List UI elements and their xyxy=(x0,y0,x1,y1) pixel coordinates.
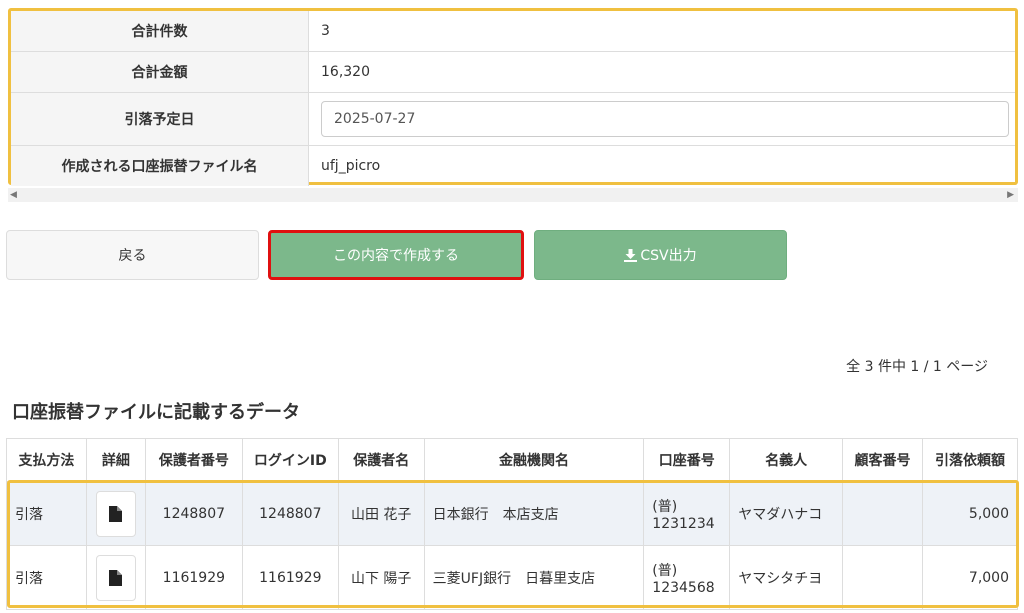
document-icon xyxy=(109,505,123,522)
scroll-left-icon[interactable]: ◀ xyxy=(10,190,17,200)
amount-cell: 7,000 xyxy=(922,545,1018,610)
detail-button[interactable] xyxy=(95,554,136,601)
total-count-label: 合計件数 xyxy=(11,11,309,52)
customer-number-cell xyxy=(842,545,923,610)
create-button[interactable]: この内容で作成する xyxy=(268,230,524,280)
detail-button[interactable] xyxy=(95,490,136,537)
withdraw-date-cell xyxy=(308,92,1015,146)
detail-cell xyxy=(85,481,146,546)
total-count-value: 3 xyxy=(308,11,1015,52)
table-row: 引落 1248807 1248807 山田 花子 日本銀行 本店支店 (普) 1… xyxy=(6,481,1018,546)
summary-row-count: 合計件数 3 xyxy=(11,11,1015,52)
csv-button-label: CSV出力 xyxy=(640,248,697,264)
header-cell: 保護者番号 xyxy=(144,438,243,482)
table-row: 引落 1161929 1161929 山下 陽子 三菱UFJ銀行 日暮里支店 (… xyxy=(6,545,1018,610)
withdraw-date-input[interactable] xyxy=(321,101,1009,137)
amount-cell: 5,000 xyxy=(922,481,1018,546)
header-cell: 保護者名 xyxy=(337,438,425,482)
scroll-right-icon[interactable]: ▶ xyxy=(1007,190,1014,200)
payment-method-cell: 引落 xyxy=(6,481,87,546)
create-button-label: この内容で作成する xyxy=(333,248,459,264)
pagination-info: 全 3 件中 1 / 1 ページ xyxy=(846,359,988,375)
customer-number-cell xyxy=(842,481,923,546)
account-holder-cell: ヤマシタチヨ xyxy=(729,545,844,610)
header-cell: 金融機関名 xyxy=(423,438,645,482)
header-cell: 詳細 xyxy=(85,438,146,482)
header-cell: ログインID xyxy=(241,438,339,482)
data-table: 支払方法 詳細 保護者番号 ログインID 保護者名 金融機関名 口座番号 名義人… xyxy=(6,438,1018,610)
header-cell: 顧客番号 xyxy=(842,438,923,482)
guardian-name-cell: 山下 陽子 xyxy=(337,545,425,610)
document-icon xyxy=(109,569,123,586)
bank-name-cell: 日本銀行 本店支店 xyxy=(423,481,645,546)
summary-table: 合計件数 3 合計金額 16,320 引落予定日 作成される口座振替ファイル名 … xyxy=(11,11,1015,186)
guardian-name-cell: 山田 花子 xyxy=(337,481,425,546)
detail-cell xyxy=(85,545,146,610)
guardian-number-cell: 1161929 xyxy=(144,545,243,610)
csv-export-button[interactable]: CSV出力 xyxy=(534,230,787,280)
login-id-cell: 1161929 xyxy=(241,545,339,610)
horizontal-scrollbar[interactable]: ◀ ▶ xyxy=(8,188,1018,202)
account-holder-cell: ヤマダハナコ xyxy=(729,481,844,546)
header-cell: 支払方法 xyxy=(6,438,87,482)
account-number-cell: (普) 1234568 xyxy=(643,545,731,610)
login-id-cell: 1248807 xyxy=(241,481,339,546)
header-cell: 名義人 xyxy=(729,438,844,482)
withdraw-date-label: 引落予定日 xyxy=(11,92,309,146)
summary-panel: 合計件数 3 合計金額 16,320 引落予定日 作成される口座振替ファイル名 … xyxy=(8,8,1018,186)
header-cell: 引落依頼額 xyxy=(922,438,1018,482)
file-name-label: 作成される口座振替ファイル名 xyxy=(11,145,309,186)
summary-row-amount: 合計金額 16,320 xyxy=(11,51,1015,93)
guardian-number-cell: 1248807 xyxy=(144,481,243,546)
section-title: 口座振替ファイルに記載するデータ xyxy=(12,402,300,423)
back-button[interactable]: 戻る xyxy=(6,230,259,280)
total-amount-value: 16,320 xyxy=(308,51,1015,93)
file-name-value: ufj_picro xyxy=(321,158,381,174)
total-amount-label: 合計金額 xyxy=(11,51,309,93)
payment-method-cell: 引落 xyxy=(6,545,87,610)
table-header-row: 支払方法 詳細 保護者番号 ログインID 保護者名 金融機関名 口座番号 名義人… xyxy=(6,438,1018,482)
summary-row-date: 引落予定日 xyxy=(11,92,1015,146)
bank-name-cell: 三菱UFJ銀行 日暮里支店 xyxy=(423,545,645,610)
account-number-cell: (普) 1231234 xyxy=(643,481,731,546)
header-cell: 口座番号 xyxy=(643,438,731,482)
back-button-label: 戻る xyxy=(118,248,147,264)
summary-row-filename: 作成される口座振替ファイル名 ufj_picro xyxy=(11,145,1015,186)
download-icon xyxy=(624,248,638,262)
